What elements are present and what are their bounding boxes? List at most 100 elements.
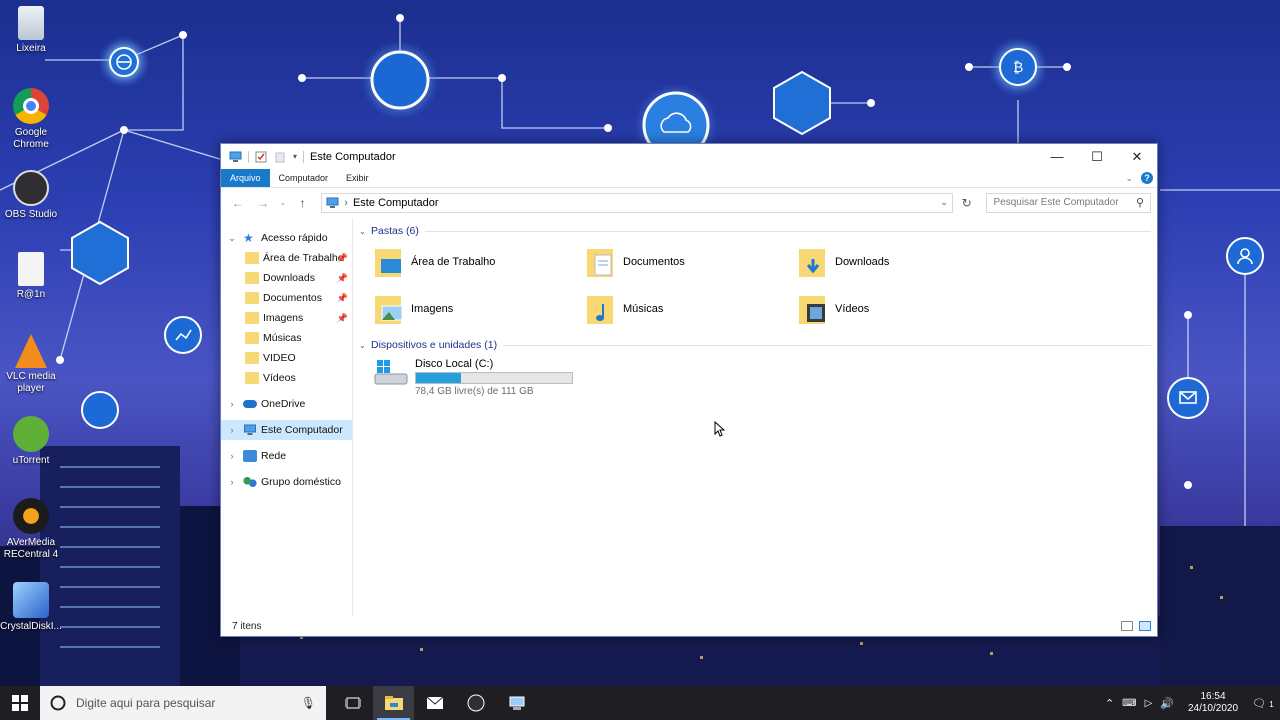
folder-icon	[245, 272, 259, 284]
svg-text:₿: ₿	[1013, 60, 1023, 76]
chevron-down-icon[interactable]: ⌄	[225, 233, 239, 244]
quick-access-toolbar: ▾	[221, 150, 305, 163]
file-explorer-icon	[384, 696, 403, 710]
start-button[interactable]	[0, 686, 40, 720]
back-button[interactable]: ←	[227, 196, 249, 210]
desktop-icon-chrome[interactable]: Google Chrome	[0, 88, 62, 151]
drive-local-c[interactable]: Disco Local (C:) 78,4 GB livre(s) de 111…	[373, 358, 1157, 397]
taskbar-file-explorer[interactable]	[373, 686, 414, 720]
taskbar-this-pc[interactable]	[496, 686, 537, 720]
nav-item-quick-access[interactable]: ⌄ ★ Acesso rápido	[221, 228, 352, 248]
desktop-icon-vlc[interactable]: VLC media player	[0, 334, 62, 395]
nav-item-music[interactable]: Músicas	[221, 328, 352, 348]
chrome-icon	[13, 88, 49, 124]
tab-exibir[interactable]: Exibir	[337, 169, 378, 187]
pin-icon[interactable]: 📌	[337, 253, 348, 264]
file-explorer-window: ▾ Este Computador — ☐ ✕ Arquivo Computad…	[220, 143, 1158, 637]
address-dropdown-icon[interactable]: ⌄	[940, 197, 948, 208]
toolbar-divider	[248, 150, 249, 163]
forward-button[interactable]: →	[253, 196, 275, 210]
title-bar: ▾ Este Computador — ☐ ✕	[221, 144, 1157, 169]
folder-downloads[interactable]: Downloads	[797, 238, 1009, 285]
desktop-icon-crystaldisk[interactable]: CrystalDiskI...	[0, 582, 62, 633]
folder-icon	[245, 292, 259, 304]
network-icon[interactable]: ▷	[1145, 698, 1153, 709]
nav-item-network[interactable]: › Rede	[221, 446, 352, 466]
desktop-icon-obs[interactable]: OBS Studio	[0, 170, 62, 221]
nav-item-this-pc[interactable]: › Este Computador	[221, 420, 352, 440]
keyboard-icon[interactable]: ⌨	[1122, 698, 1136, 709]
nav-item-documents[interactable]: Documentos 📌	[221, 288, 352, 308]
nav-item-onedrive[interactable]: › OneDrive	[221, 394, 352, 414]
show-hidden-icons-icon[interactable]: ⌃	[1105, 697, 1114, 710]
folder-images[interactable]: Imagens	[373, 285, 585, 332]
customize-toolbar-icon[interactable]: ▾	[293, 152, 297, 161]
devices-group-header[interactable]: ⌄ Dispositivos e unidades (1)	[359, 338, 1157, 352]
tab-arquivo[interactable]: Arquivo	[221, 169, 270, 187]
expand-ribbon-icon[interactable]: ⌄	[1125, 173, 1133, 184]
notification-center-button[interactable]: 🗨 1	[1252, 697, 1274, 710]
desktop-icon-utorrent[interactable]: uTorrent	[0, 416, 62, 467]
taskbar: Digite aqui para pesquisar 🎙 ⌃ ⌨ ▷ 🔊 16:…	[0, 686, 1280, 720]
recent-locations-button[interactable]: ⌄	[278, 198, 288, 207]
item-count: 7 itens	[232, 620, 262, 632]
chevron-right-icon[interactable]: ›	[225, 477, 239, 487]
maximize-button[interactable]: ☐	[1077, 144, 1117, 169]
desktop-icon-recycle-bin[interactable]: Lixeira	[0, 6, 62, 55]
nav-item-label: Área de Trabalho	[263, 252, 344, 264]
chevron-down-icon[interactable]: ⌄	[359, 341, 371, 350]
details-view-icon[interactable]	[1121, 621, 1133, 631]
up-button[interactable]: ↑	[292, 196, 314, 210]
clock-date: 24/10/2020	[1187, 703, 1239, 714]
chevron-down-icon[interactable]: ⌄	[359, 227, 371, 236]
minimize-button[interactable]: —	[1037, 144, 1077, 169]
nav-item-desktop[interactable]: Área de Trabalho 📌	[221, 248, 352, 268]
desktop-icon-avermedia[interactable]: AVerMedia RECentral 4	[0, 498, 62, 561]
folder-label: Documentos	[623, 255, 685, 268]
nav-item-label: Imagens	[263, 312, 304, 324]
taskbar-obs[interactable]	[455, 686, 496, 720]
desktop-icon-document[interactable]: R@1n	[0, 252, 62, 301]
nav-item-videos[interactable]: Vídeos	[221, 368, 352, 388]
nav-item-images[interactable]: Imagens 📌	[221, 308, 352, 328]
pin-icon[interactable]: 📌	[337, 293, 348, 304]
clock[interactable]: 16:54 24/10/2020	[1182, 691, 1244, 715]
chevron-right-icon[interactable]: ›	[225, 399, 239, 409]
new-folder-icon[interactable]	[274, 151, 287, 163]
chevron-right-icon[interactable]: ›	[225, 451, 239, 461]
taskbar-search-input[interactable]: Digite aqui para pesquisar 🎙	[40, 686, 326, 720]
notification-icon: 🗨	[1252, 697, 1267, 710]
address-row: ← → ⌄ ↑ › Este Computador ⌄ ↻ Pesquisar …	[221, 188, 1157, 217]
task-view-button[interactable]	[332, 686, 373, 720]
computer-icon	[244, 424, 256, 435]
taskbar-apps	[332, 686, 537, 720]
close-button[interactable]: ✕	[1117, 144, 1157, 169]
folder-music[interactable]: Músicas	[585, 285, 797, 332]
nav-item-downloads[interactable]: Downloads 📌	[221, 268, 352, 288]
volume-icon[interactable]: 🔊	[1160, 697, 1174, 710]
large-icons-view-icon[interactable]	[1139, 621, 1151, 631]
chevron-right-icon[interactable]: ›	[225, 425, 239, 435]
desktop-icon-label: VLC media player	[6, 371, 56, 394]
content-pane: ⌄ Pastas (6) Área de Trabalho Documentos…	[353, 218, 1157, 616]
folder-documents[interactable]: Documentos	[585, 238, 797, 285]
breadcrumb[interactable]: Este Computador	[353, 197, 439, 209]
mouse-cursor-icon	[714, 421, 726, 437]
search-input[interactable]: Pesquisar Este Computador ⚲	[986, 192, 1151, 213]
refresh-button[interactable]: ↻	[957, 196, 977, 210]
nav-item-homegroup[interactable]: › Grupo doméstico	[221, 472, 352, 492]
nav-item-video[interactable]: VIDEO	[221, 348, 352, 368]
folders-group-header[interactable]: ⌄ Pastas (6)	[359, 224, 1157, 238]
drive-usage-fill	[416, 373, 462, 383]
folder-desktop[interactable]: Área de Trabalho	[373, 238, 585, 285]
tab-computador[interactable]: Computador	[270, 169, 338, 187]
address-bar[interactable]: › Este Computador ⌄	[321, 192, 953, 213]
taskbar-mail[interactable]	[414, 686, 455, 720]
properties-icon[interactable]	[255, 151, 268, 163]
help-icon[interactable]: ?	[1141, 172, 1153, 184]
folder-videos[interactable]: Vídeos	[797, 285, 1009, 332]
network-icon	[243, 450, 257, 462]
pin-icon[interactable]: 📌	[337, 273, 348, 284]
pin-icon[interactable]: 📌	[337, 313, 348, 324]
microphone-icon[interactable]: 🎙	[301, 696, 316, 710]
